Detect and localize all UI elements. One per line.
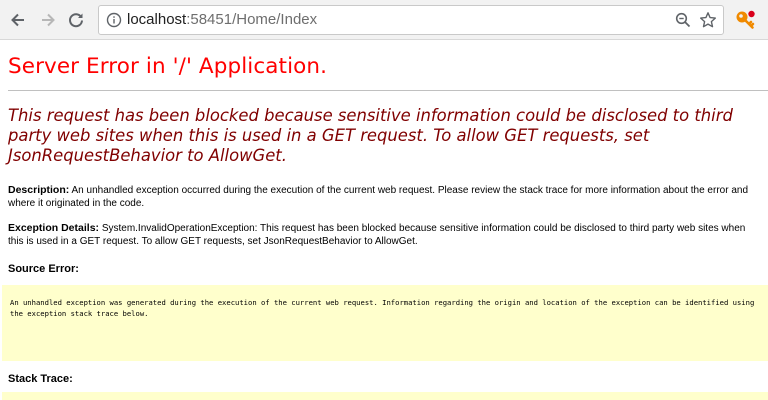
- forward-button[interactable]: [36, 8, 60, 32]
- address-bar[interactable]: localhost:58451/Home/Index: [98, 5, 724, 35]
- description-text: An unhandled exception occurred during t…: [8, 185, 748, 209]
- reload-button[interactable]: [64, 8, 88, 32]
- error-message: This request has been blocked because se…: [8, 106, 733, 165]
- source-error-box: An unhandled exception was generated dur…: [2, 285, 768, 361]
- divider: [8, 90, 768, 91]
- star-icon[interactable]: [699, 11, 717, 34]
- forward-arrow-icon: [42, 13, 55, 27]
- exception-text: System.InvalidOperationException: This r…: [8, 223, 746, 247]
- url-text[interactable]: localhost:58451/Home/Index: [127, 6, 317, 34]
- url-host: localhost: [127, 11, 187, 28]
- stack-trace-box: [2, 392, 768, 400]
- source-error-label: Source Error:: [8, 263, 79, 275]
- stack-trace-label: Stack Trace:: [8, 373, 73, 385]
- reload-icon: [69, 13, 83, 28]
- key-extension-icon[interactable]: [734, 9, 756, 36]
- description-label: Description:: [8, 184, 70, 196]
- description-paragraph: Description: An unhandled exception occu…: [8, 184, 760, 210]
- info-icon[interactable]: [106, 12, 122, 33]
- zoom-icon[interactable]: [675, 12, 691, 33]
- source-error-text: An unhandled exception was generated dur…: [10, 298, 759, 318]
- url-path: :58451/Home/Index: [186, 11, 318, 28]
- exception-label: Exception Details:: [8, 222, 100, 234]
- back-arrow-icon: [11, 13, 24, 27]
- back-button[interactable]: [6, 8, 30, 32]
- exception-details-paragraph: Exception Details: System.InvalidOperati…: [8, 222, 760, 248]
- browser-toolbar: localhost:58451/Home/Index: [0, 0, 768, 40]
- page-title: Server Error in '/' Application.: [8, 54, 328, 79]
